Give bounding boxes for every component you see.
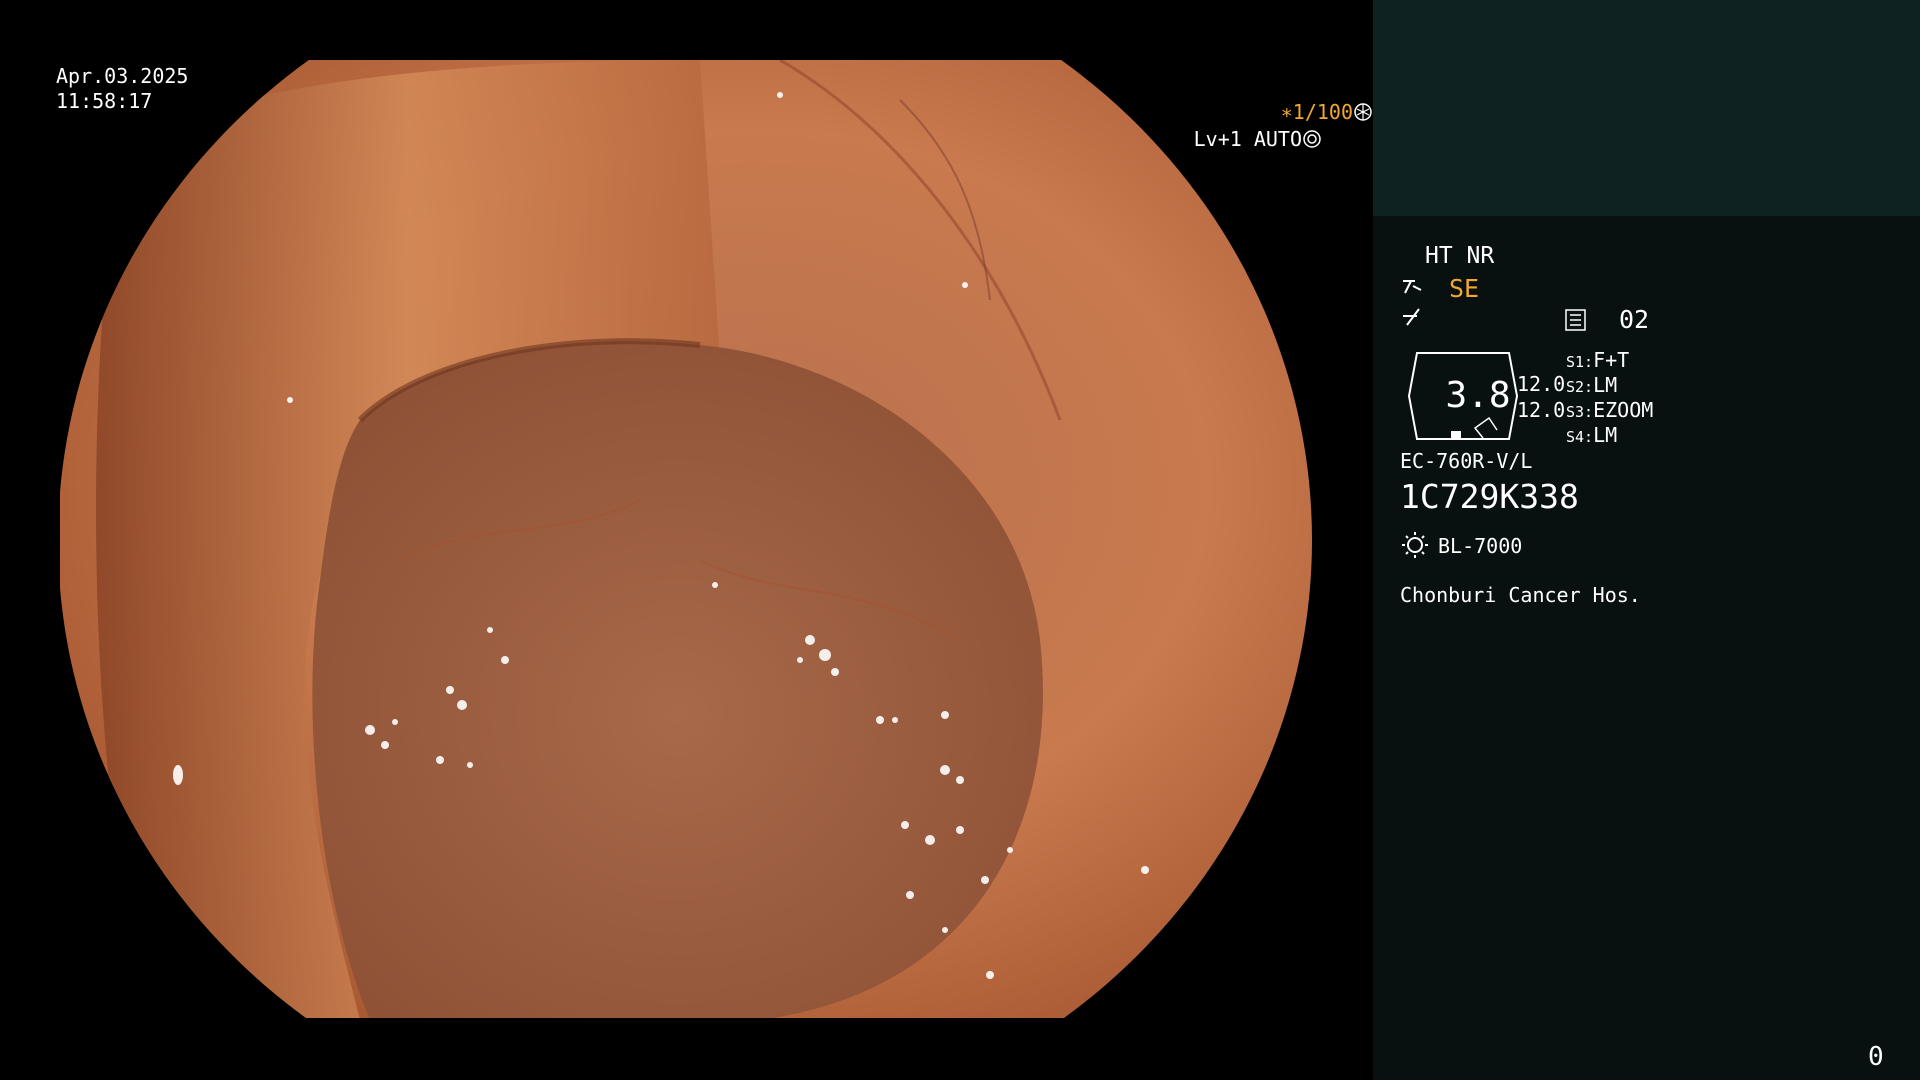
- structure-enhance-icon: [1403, 280, 1422, 294]
- ht-nr-status: HT NR: [1425, 243, 1495, 269]
- zoom-value: 3.8: [1445, 375, 1511, 416]
- endoscope-viewport: Apr.03.2025 11:58:17 ∗1/100 Lv+1 AUTO: [0, 0, 1373, 1080]
- level-value-a: 12.0: [1517, 372, 1566, 396]
- info-panel: HT NR SE 02 3.8 12.0 12.0 S1:F+T S2:LM S…: [1373, 0, 1920, 1080]
- level-value-b: 12.0: [1517, 398, 1566, 422]
- switch-s3: S3:EZOOM: [1566, 398, 1654, 422]
- aperture-icon: [1353, 100, 1373, 124]
- structure-enhance-status: SE: [1449, 274, 1480, 303]
- scope-model: EC-760R-V/L: [1400, 449, 1533, 473]
- level-text: Lv+1 AUTO: [1193, 127, 1302, 151]
- shutter-readout: ∗1/100: [51, 102, 1373, 122]
- endoscopy-image: [60, 60, 1312, 1018]
- switch-s2: S2:LM: [1566, 373, 1618, 397]
- memory-card-icon: [1565, 309, 1586, 331]
- serial-number: 1C729K338: [1400, 477, 1579, 516]
- level-readout: Lv+1 AUTO: [0, 129, 1322, 149]
- iris-icon: [1302, 127, 1322, 151]
- freeze-number: 02: [1619, 305, 1650, 334]
- date-readout: Apr.03.2025: [56, 64, 189, 88]
- switch-s1: S1:F+T: [1566, 348, 1630, 372]
- hospital-name: Chonburi Cancer Hos.: [1400, 583, 1641, 607]
- sun-icon: [1402, 532, 1428, 558]
- switch-s4: S4:LM: [1566, 423, 1618, 447]
- shutter-speed-text: ∗1/100: [1280, 100, 1353, 124]
- freeze-icon: [1403, 308, 1420, 326]
- image-counter: 0: [1868, 1042, 1884, 1072]
- light-source: BL-7000: [1438, 534, 1523, 558]
